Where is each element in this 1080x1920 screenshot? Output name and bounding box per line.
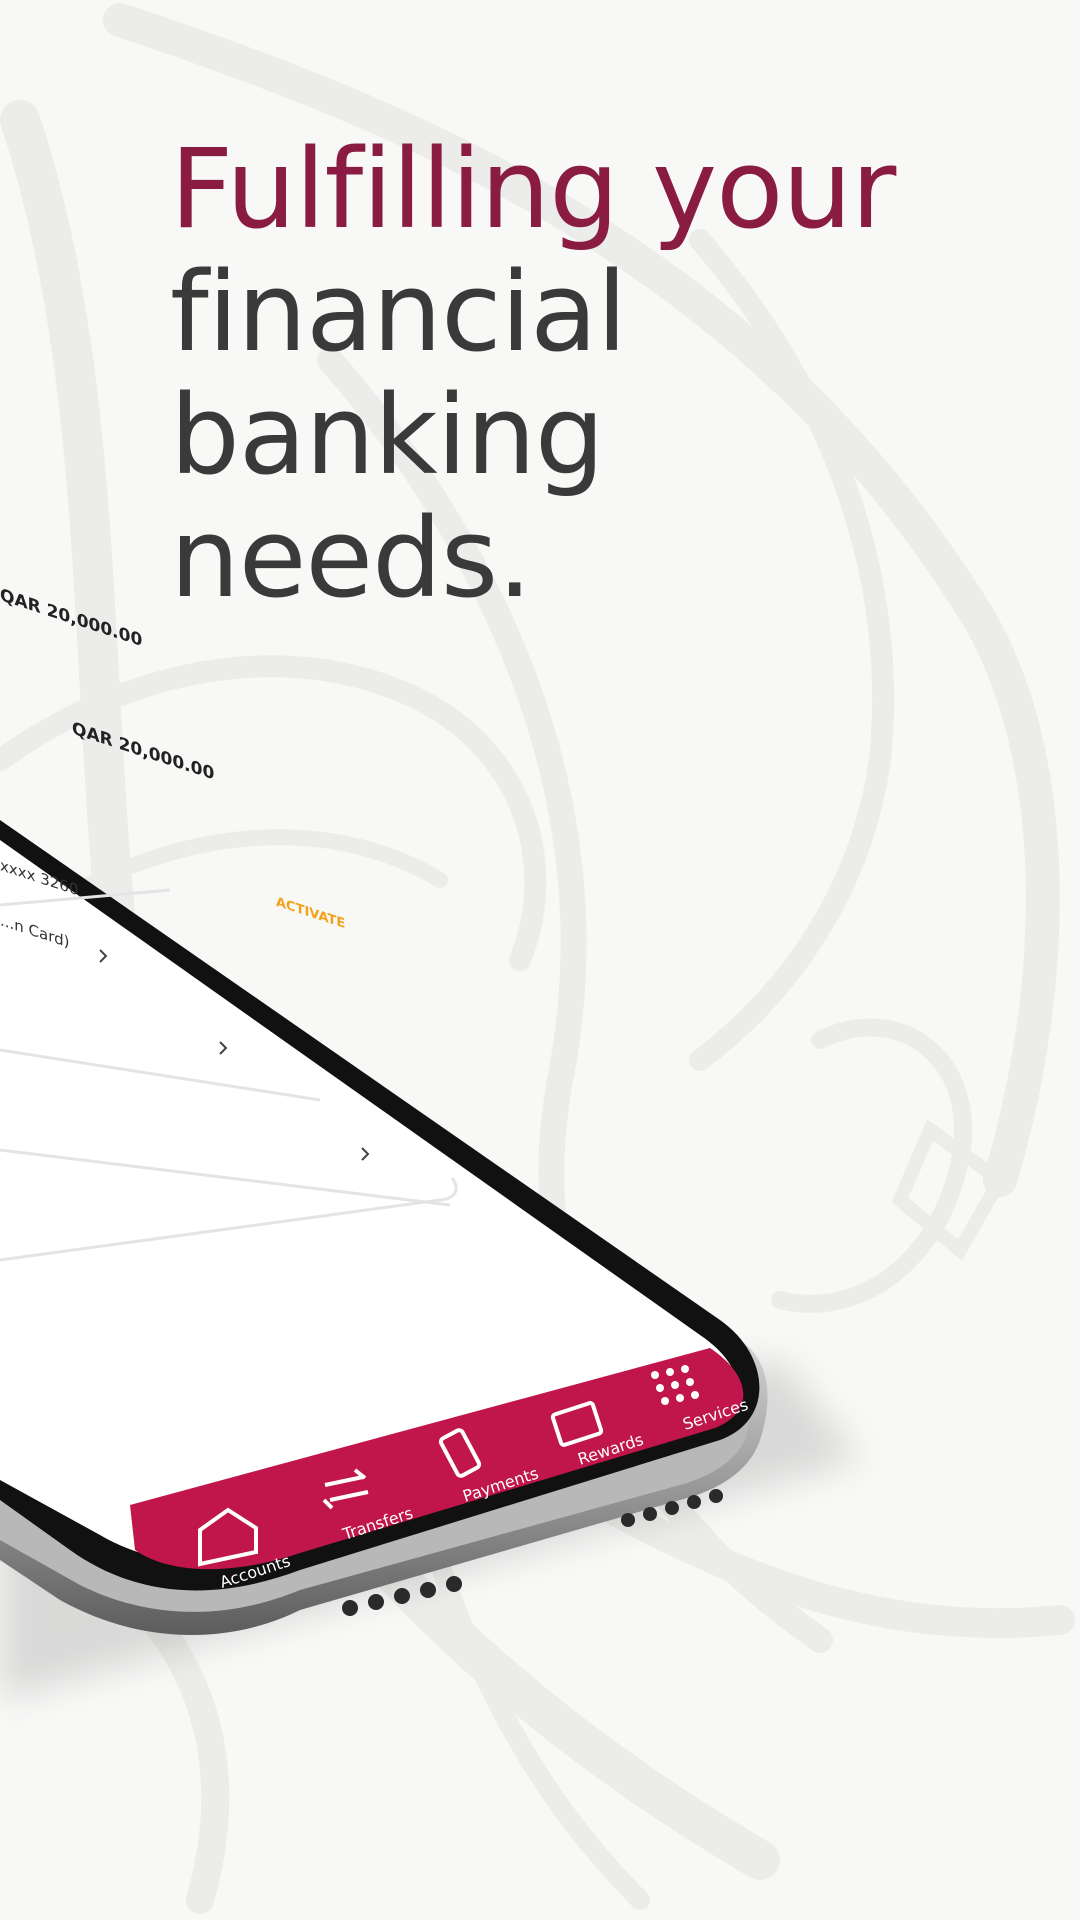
phone-mockup: QAR 20,000.00 QAR 20,000.00 ACTIVATE xxx… [0, 585, 860, 1700]
activate-link[interactable]: ACTIVATE [276, 895, 345, 932]
row-1-amount[interactable]: QAR 20,000.00 [0, 585, 142, 651]
row-2-amount[interactable]: QAR 20,000.00 [72, 719, 214, 785]
